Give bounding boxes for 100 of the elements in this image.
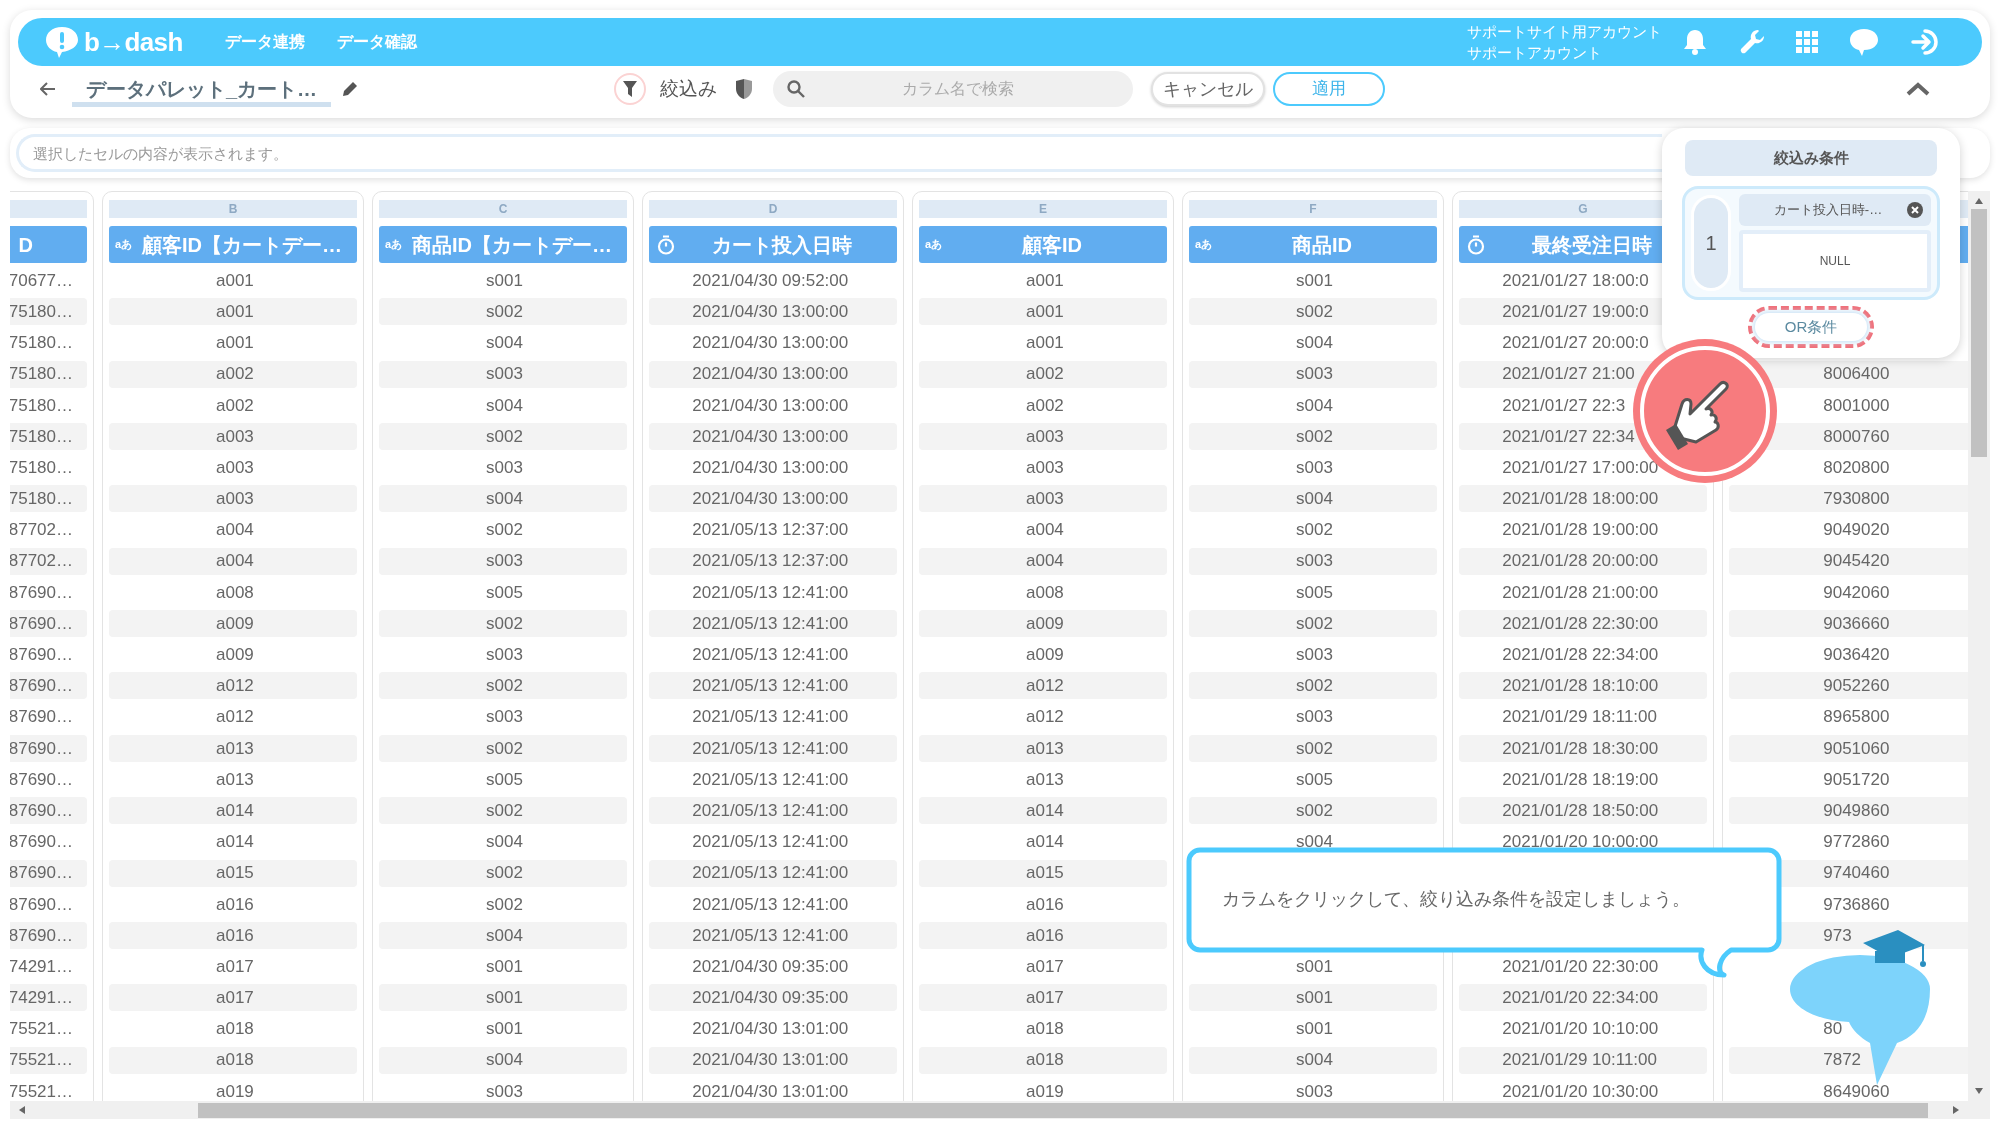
table-cell: a012 bbox=[919, 672, 1167, 700]
table-cell-text: a017 bbox=[215, 955, 255, 978]
table-cell: s004 bbox=[379, 485, 627, 513]
table-cell: s002 bbox=[379, 298, 627, 326]
table-cell-text: 9036420 bbox=[1822, 644, 1891, 666]
type-label: aあ bbox=[1195, 237, 1213, 253]
table-cell: a017 bbox=[919, 984, 1167, 1012]
table-cell-text: 87690… bbox=[10, 644, 74, 666]
table-cell-text: a018 bbox=[215, 1018, 255, 1041]
table-cell-text: s004 bbox=[1295, 394, 1334, 417]
table-cell-text: 2021/04/30 13:01:00 bbox=[691, 1080, 850, 1101]
cancel-button[interactable]: キャンセル bbox=[1151, 72, 1265, 106]
table-cell: a018 bbox=[109, 1046, 357, 1074]
table-cell-text: s005 bbox=[485, 581, 524, 604]
table-cell: 75180… bbox=[10, 298, 87, 326]
search-field[interactable]: カラム名で検索 bbox=[773, 71, 1133, 107]
column-header[interactable]: aあ 顧客ID【カートデー… bbox=[109, 226, 357, 263]
column-header[interactable]: aあ 顧客ID bbox=[919, 226, 1167, 263]
table-cell: a009 bbox=[109, 610, 357, 638]
table-cell-text: s001 bbox=[1295, 269, 1334, 292]
column-letter: F bbox=[1309, 201, 1317, 218]
table-cell-text: a002 bbox=[1025, 394, 1065, 417]
table-cell-text: s004 bbox=[485, 394, 524, 417]
column-title: カート投入日時 bbox=[712, 232, 852, 258]
table-cell: 9049860 bbox=[1729, 797, 1968, 825]
panel-title: 絞込み条件 bbox=[1685, 140, 1937, 176]
nav-link[interactable]: データ確認 bbox=[336, 30, 417, 54]
table-cell-text: 8965800 bbox=[1822, 706, 1891, 729]
column-header[interactable]: カート投入日時 bbox=[649, 226, 897, 263]
chip-label: カート投入日時-… bbox=[1773, 201, 1884, 220]
table-cell-text: 2021/05/13 12:41:00 bbox=[691, 581, 850, 604]
table-cell: 9052260 bbox=[1729, 672, 1968, 700]
table-cell: 75180… bbox=[10, 485, 87, 513]
table-cell: s002 bbox=[379, 734, 627, 762]
table-cell: s004 bbox=[379, 921, 627, 949]
table-cell-text: s003 bbox=[485, 1080, 524, 1101]
table-cell: 2021/01/28 22:30:00 bbox=[1459, 610, 1707, 638]
nav-link[interactable]: データ連携 bbox=[224, 30, 305, 54]
table-cell-text: 87690… bbox=[10, 706, 74, 729]
table-cell-text: a001 bbox=[215, 332, 255, 355]
table-cell-text: s004 bbox=[1295, 831, 1334, 854]
column-letter: D bbox=[768, 201, 778, 218]
logo-text: b→dash bbox=[84, 25, 183, 59]
table-cell: s002 bbox=[1189, 610, 1437, 638]
table-cell-text: 70677… bbox=[10, 269, 74, 292]
column-header[interactable]: aあ 商品ID【カートデー… bbox=[379, 226, 627, 263]
table-cell-text: s003 bbox=[1295, 456, 1334, 479]
table-cell-text: s004 bbox=[485, 332, 524, 355]
table-cell-text: s003 bbox=[485, 644, 524, 666]
table-cell: a015 bbox=[109, 859, 357, 887]
table-cell-text: s003 bbox=[1295, 706, 1334, 729]
table-cell-text: s005 bbox=[485, 768, 524, 791]
table-cell-text: 2021/01/28 22:34:00 bbox=[1501, 644, 1660, 666]
column-header[interactable]: aあ 商品ID bbox=[1189, 226, 1437, 263]
condition-chip[interactable]: カート投入日時-… bbox=[1739, 194, 1931, 226]
table-cell-text: 2021/04/30 09:52:00 bbox=[691, 269, 850, 292]
table-cell: s002 bbox=[379, 797, 627, 825]
table-cell: 87690… bbox=[10, 921, 87, 949]
guide-message: カラムをクリックして、絞り込み条件を設定しましょう。 bbox=[1222, 888, 1690, 911]
table-cell: s002 bbox=[1189, 734, 1437, 762]
table-cell: a016 bbox=[109, 921, 357, 949]
table-cell-text: 8020800 bbox=[1822, 456, 1891, 479]
or-condition-button[interactable]: OR条件 bbox=[1755, 313, 1867, 341]
table-cell: s003 bbox=[379, 547, 627, 575]
table-cell-text: 2021/04/30 09:35:00 bbox=[691, 955, 850, 978]
table-cell-text: s002 bbox=[485, 893, 524, 916]
table-cell: a016 bbox=[919, 921, 1167, 949]
cell-content-field[interactable]: 選択したセルの内容が表示されます。 bbox=[16, 134, 1662, 172]
table-cell-text: a017 bbox=[1025, 955, 1065, 978]
table-cell: a002 bbox=[919, 360, 1167, 388]
condition-value[interactable]: NULL bbox=[1739, 230, 1931, 292]
table-cell-text: 2021/01/28 18:19:00 bbox=[1501, 768, 1660, 791]
table-cell-text: 2021/05/13 12:37:00 bbox=[691, 519, 850, 542]
table-cell: 87690… bbox=[10, 859, 87, 887]
table-cell: a003 bbox=[109, 422, 357, 450]
table-cell: 2021/01/29 10:11:00 bbox=[1459, 1046, 1707, 1074]
table-cell-text: a018 bbox=[1025, 1018, 1065, 1041]
value-text: NULL bbox=[1819, 253, 1851, 270]
table-cell-text: 2021/04/30 13:00:00 bbox=[691, 332, 850, 355]
column-header[interactable]: D bbox=[10, 226, 87, 263]
table-cell-text: a004 bbox=[215, 519, 255, 542]
table-cell-text: 75521… bbox=[10, 1018, 74, 1041]
column-title: 商品ID【カートデー… bbox=[412, 232, 612, 258]
table-cell-text: 75521… bbox=[10, 1080, 74, 1101]
table-cell: a017 bbox=[109, 984, 357, 1012]
table-cell-text: s001 bbox=[485, 1018, 524, 1041]
column-title: 顧客ID bbox=[1022, 232, 1082, 258]
apply-button[interactable]: 適用 bbox=[1273, 72, 1385, 106]
type-label: aあ bbox=[925, 237, 943, 253]
table-cell-text: a019 bbox=[215, 1080, 255, 1101]
table-cell: 87690… bbox=[10, 797, 87, 825]
table-cell: 75180… bbox=[10, 422, 87, 450]
column-title: D bbox=[18, 232, 33, 258]
table-cell-text: 2021/04/30 13:00:00 bbox=[691, 456, 850, 479]
table-cell-text: s005 bbox=[1295, 581, 1334, 604]
table-cell-text: 2021/01/27 18:00:0 bbox=[1501, 269, 1650, 292]
table-cell-text: 2021/01/29 18:11:00 bbox=[1501, 706, 1658, 729]
table-cell: 9045420 bbox=[1729, 547, 1968, 575]
title-link[interactable]: データパレット_カート… bbox=[72, 71, 332, 107]
table-cell: s002 bbox=[1189, 422, 1437, 450]
